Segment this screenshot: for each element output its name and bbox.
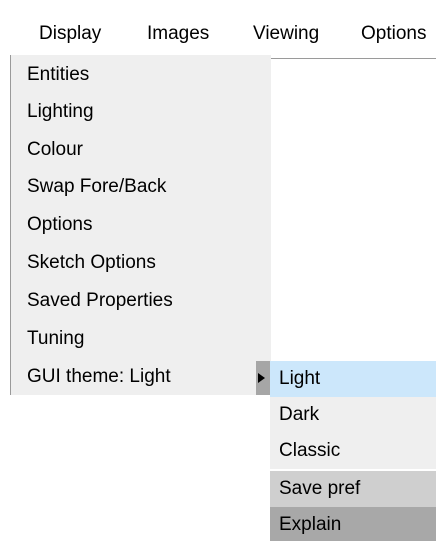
display-menu-dropdown: Entities Lighting Colour Swap Fore/Back … — [10, 55, 271, 395]
menu-item-saved-properties[interactable]: Saved Properties — [27, 283, 173, 319]
menubar-images[interactable]: Images — [147, 10, 209, 58]
gui-theme-submenu: Light Dark Classic Save pref Explain — [270, 361, 436, 541]
submenu-item-light[interactable]: Light — [270, 361, 436, 397]
submenu-item-dark[interactable]: Dark — [270, 397, 436, 433]
submenu-item-explain[interactable]: Explain — [270, 507, 436, 541]
menu-item-tuning[interactable]: Tuning — [27, 321, 84, 357]
submenu-item-save-pref[interactable]: Save pref — [270, 471, 436, 507]
menu-item-sketch-options[interactable]: Sketch Options — [27, 245, 156, 281]
menubar-display[interactable]: Display — [39, 10, 101, 58]
submenu-item-classic[interactable]: Classic — [270, 433, 436, 469]
menu-bar: Display Images Viewing Options — [10, 10, 436, 59]
submenu-arrow-button[interactable] — [256, 361, 270, 395]
menu-item-lighting[interactable]: Lighting — [27, 94, 94, 130]
menu-item-entities[interactable]: Entities — [27, 57, 89, 93]
menubar-options[interactable]: Options — [361, 10, 426, 58]
menu-item-colour[interactable]: Colour — [27, 132, 83, 168]
menubar-viewing[interactable]: Viewing — [253, 10, 319, 58]
triangle-right-icon — [258, 373, 265, 383]
menu-item-gui-theme[interactable]: GUI theme: Light — [27, 359, 171, 395]
menu-item-options[interactable]: Options — [27, 207, 92, 243]
menu-item-swap-fore-back[interactable]: Swap Fore/Back — [27, 169, 166, 205]
app-page: Display Images Viewing Options Entities … — [0, 0, 436, 541]
